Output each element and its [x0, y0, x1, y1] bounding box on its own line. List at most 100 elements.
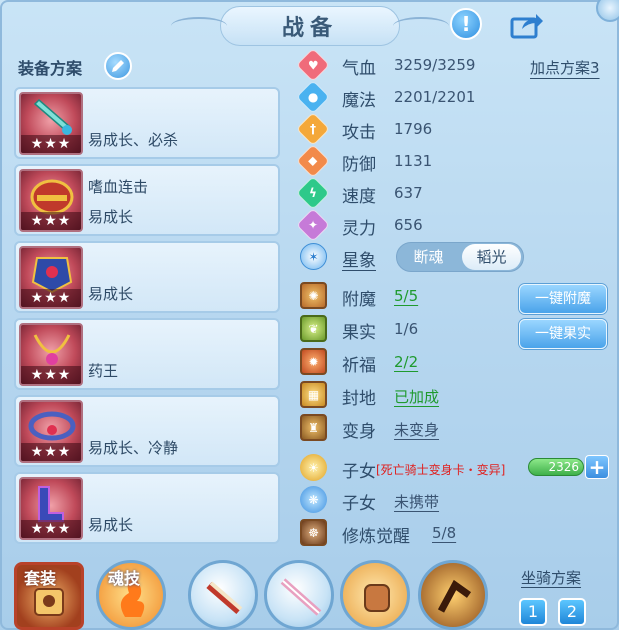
sword-icon: †: [296, 112, 330, 146]
stars: ★★★: [21, 443, 81, 461]
fist-icon: [364, 584, 390, 612]
stat-label: 气血: [342, 59, 376, 79]
soul-skill-label: 魂技: [108, 569, 141, 588]
stars: ★★★: [21, 520, 81, 538]
stars: ★★★: [21, 366, 81, 384]
mount-plan-1-button[interactable]: 1: [519, 598, 547, 626]
suit-label: 套装: [24, 569, 57, 588]
equipment-slot-helmet[interactable]: ★★★ 嗜血连击 易成长: [14, 164, 280, 236]
cultivation-icon: ☸: [300, 519, 327, 546]
child-card-name[interactable]: [死亡骑士变身卡・变异]: [376, 461, 505, 478]
equipment-effect: 嗜血连击: [88, 178, 149, 196]
blade-icon: [280, 578, 322, 616]
stat-row-spirit: ✦ 灵力 656: [296, 208, 608, 242]
stars: ★★★: [21, 212, 81, 230]
weapon-icon: ★★★: [19, 92, 83, 155]
skill-slot-2[interactable]: [264, 560, 334, 630]
armor-icon: ★★★: [19, 246, 83, 309]
stat-row-defense: ◆ 防御 1131: [296, 144, 608, 178]
helmet-icon: ★★★: [19, 169, 83, 232]
stat-value: 1131: [394, 152, 433, 170]
cultivation-row: ☸ 修炼觉醒 5/8: [298, 519, 608, 547]
star-option-duanhun[interactable]: 断魂: [399, 244, 458, 270]
equipment-slot-belt[interactable]: ★★★ 易成长、冷静: [14, 395, 280, 467]
mount-plan-2-button[interactable]: 2: [558, 598, 586, 626]
equipment-slot-necklace[interactable]: ★★★ 药王: [14, 318, 280, 390]
extra-label: 变身: [342, 422, 376, 442]
add-child-button[interactable]: +: [585, 455, 609, 479]
child-value[interactable]: 未携带: [394, 491, 439, 512]
pencil-icon: [112, 60, 124, 72]
stars: ★★★: [21, 289, 81, 307]
equipment-traits: 易成长、冷静: [88, 439, 179, 457]
child-value-bar: 2326: [528, 458, 584, 476]
help-button[interactable]: !: [450, 8, 482, 40]
scroll-icon: [206, 581, 243, 615]
equipment-slot-armor[interactable]: ★★★ 易成长: [14, 241, 280, 313]
banner-swirl-right: [393, 17, 449, 35]
stat-row-mp: ● 魔法 2201/2201: [296, 80, 608, 114]
equipment-slot-boots[interactable]: ★★★ 易成长: [14, 472, 280, 544]
blessing-icon: ✹: [300, 348, 327, 375]
extra-value[interactable]: 5/5: [394, 287, 418, 305]
child-label: 子女: [342, 462, 376, 482]
necklace-icon: ★★★: [19, 323, 83, 386]
page-title: 战备: [281, 16, 338, 41]
equipment-traits: 药王: [88, 362, 119, 380]
extra-value[interactable]: 已加成: [394, 386, 439, 407]
extra-value[interactable]: 1/6: [394, 320, 418, 338]
star-sign-icon: ✶: [300, 243, 327, 270]
stat-row-attack: † 攻击 1796: [296, 112, 608, 146]
enchant-icon: ✺: [300, 282, 327, 309]
stat-label: 魔法: [342, 91, 376, 111]
equipment-list: ★★★ 易成长、必杀 ★★★ 嗜血连击 易成长 ★★★ 易成长 ★★★ 药王 ★…: [14, 87, 280, 549]
mount-plan-title[interactable]: 坐骑方案: [521, 567, 581, 588]
equipment-traits: 易成长: [88, 516, 134, 534]
star-option-taoguang[interactable]: 韬光: [462, 244, 521, 270]
equipment-slot-weapon[interactable]: ★★★ 易成长、必杀: [14, 87, 280, 159]
star-sign-toggle: 断魂 韬光: [396, 242, 524, 272]
cultivation-value[interactable]: 5/8: [432, 524, 456, 542]
one-click-enchant-button[interactable]: 一键附魔: [519, 284, 607, 314]
extra-label: 封地: [342, 389, 376, 409]
share-button[interactable]: [509, 10, 545, 40]
equipment-plan-heading: 装备方案: [18, 59, 83, 78]
stat-label: 防御: [342, 155, 376, 175]
exclamation-icon: !: [461, 12, 471, 36]
extra-value[interactable]: 2/2: [394, 353, 418, 371]
fruit-icon: ❦: [300, 315, 327, 342]
skill-slot-4[interactable]: [418, 560, 488, 630]
fief-icon: ▦: [300, 381, 327, 408]
stat-value: 656: [394, 216, 423, 234]
equipment-traits: 易成长: [88, 208, 134, 226]
spirit-icon: ✦: [296, 208, 330, 242]
stat-row-speed: ϟ 速度 637: [296, 176, 608, 210]
equipment-traits: 易成长、必杀: [88, 131, 179, 149]
cultivation-label: 修炼觉醒: [342, 527, 410, 547]
stat-value: 1796: [394, 120, 433, 138]
one-click-fruit-button[interactable]: 一键果实: [519, 319, 607, 349]
extra-label: 附魔: [342, 290, 376, 310]
paw-icon: ❋: [300, 486, 327, 513]
skill-slot-3[interactable]: [340, 560, 410, 630]
stars: ★★★: [21, 135, 81, 153]
stat-value: 637: [394, 184, 423, 202]
extra-label: 果实: [342, 323, 376, 343]
banner-swirl-left: [171, 17, 227, 35]
child-row-2: ❋ 子女 未携带: [298, 486, 608, 514]
extra-label: 祈福: [342, 356, 376, 376]
share-icon: [510, 14, 543, 39]
child-label: 子女: [342, 494, 376, 514]
star-sign-label[interactable]: 星象: [342, 246, 376, 271]
kick-icon: [437, 579, 472, 613]
stat-value: 2201/2201: [394, 88, 476, 106]
stat-row-hp: ♥ 气血 3259/3259: [296, 48, 608, 82]
stat-label: 速度: [342, 187, 376, 207]
mana-icon: ●: [296, 80, 330, 114]
skill-slot-1[interactable]: [188, 560, 258, 630]
edit-plan-button[interactable]: [104, 52, 132, 80]
extra-row-fief: ▦ 封地 已加成: [298, 381, 608, 409]
extra-value[interactable]: 未变身: [394, 419, 439, 440]
boots-icon: ★★★: [19, 477, 83, 540]
extra-row-blessing: ✹ 祈福 2/2: [298, 348, 608, 376]
